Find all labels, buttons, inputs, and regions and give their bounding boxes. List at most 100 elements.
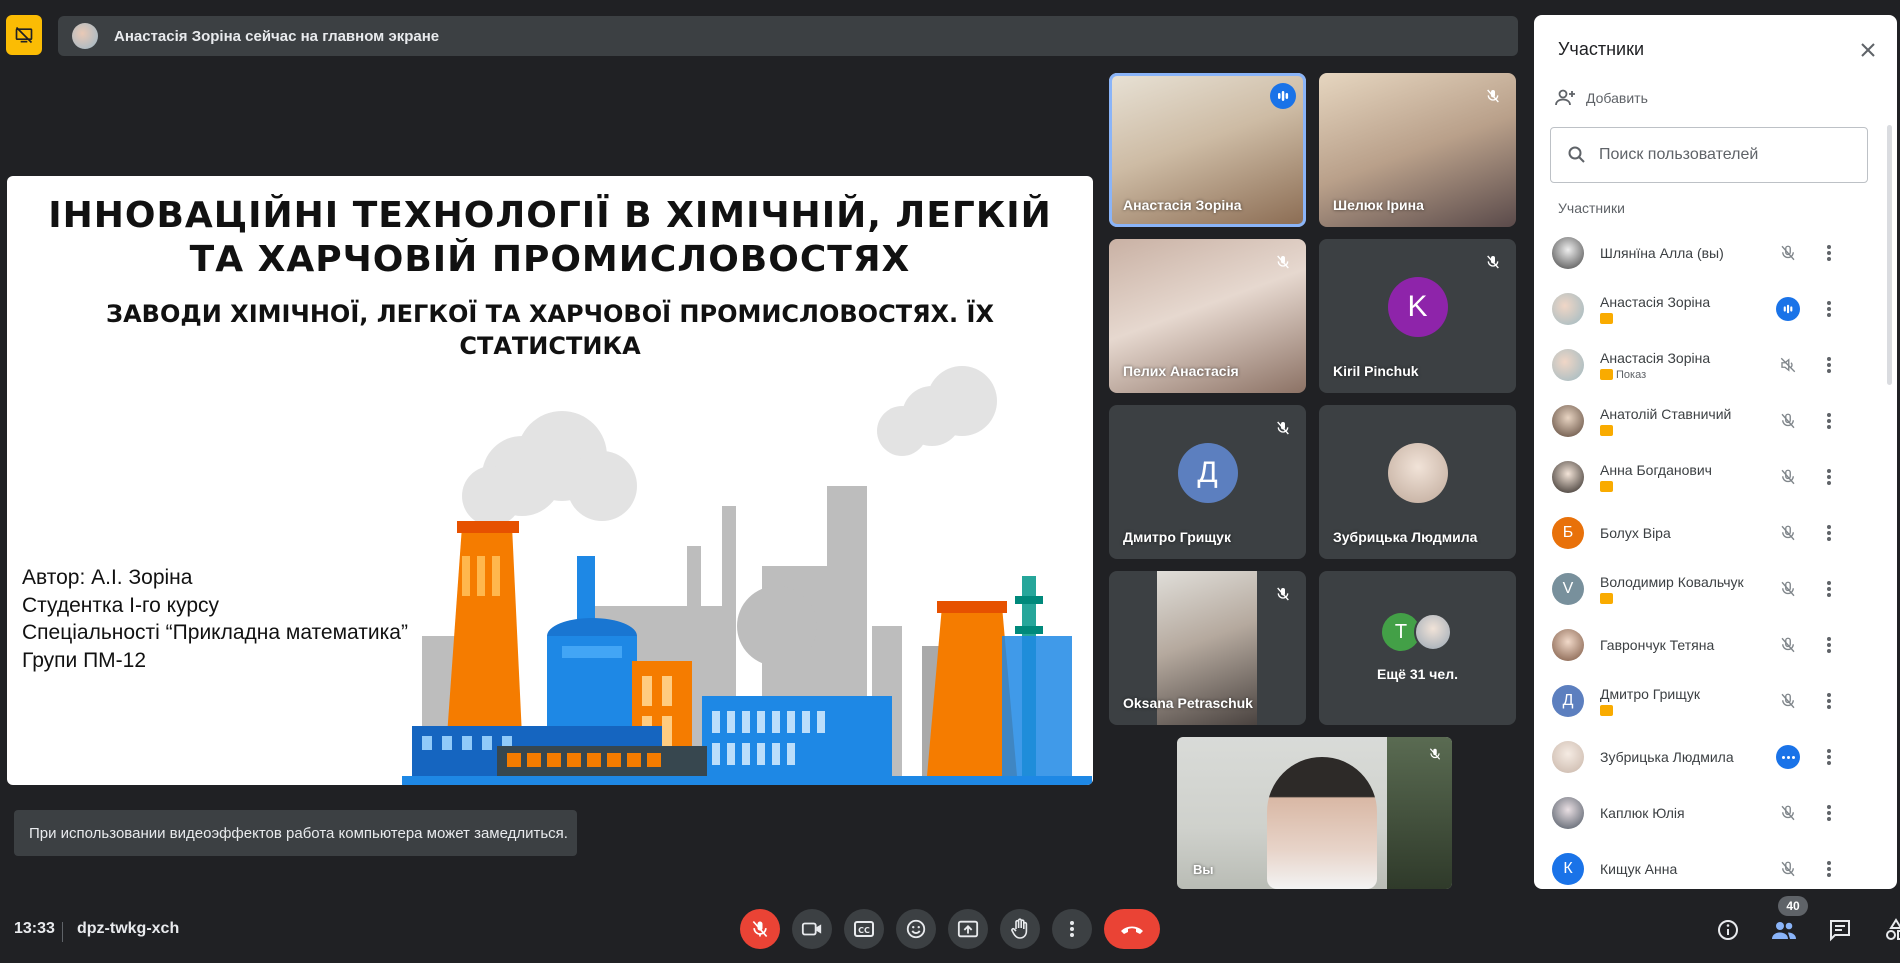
slide-author-line: Автор: А.І. Зоріна	[22, 566, 193, 589]
more-participants-tile[interactable]: Т Ещё 31 чел.	[1319, 571, 1516, 725]
more-options-button[interactable]	[1052, 909, 1092, 949]
tile-name: Шелюк Ірина	[1333, 197, 1424, 213]
presenter-banner: Анастасія Зоріна сейчас на главном экран…	[58, 16, 1518, 56]
more-options-button[interactable]	[1817, 743, 1841, 771]
more-options-button[interactable]	[1817, 519, 1841, 547]
list-item[interactable]: V Володимир Ковальчук	[1534, 561, 1884, 617]
participant-name: Гаврончук Тетяна	[1600, 637, 1715, 653]
more-vert-icon	[1827, 525, 1831, 541]
add-participant-button[interactable]: Добавить	[1554, 89, 1648, 107]
more-vert-icon	[1827, 805, 1831, 821]
leave-call-button[interactable]	[1104, 909, 1160, 949]
avatar: Б	[1552, 517, 1584, 549]
mic-off-icon[interactable]	[1774, 631, 1802, 659]
video-tile[interactable]: Пелих Анастасія	[1109, 239, 1306, 393]
present-screen-button[interactable]	[948, 909, 988, 949]
more-options-button[interactable]	[1817, 295, 1841, 323]
close-panel-button[interactable]	[1853, 35, 1883, 65]
search-field[interactable]	[1550, 127, 1868, 183]
video-tile[interactable]: K Kiril Pinchuk	[1319, 239, 1516, 393]
avatar	[1552, 461, 1584, 493]
speaking-indicator-icon[interactable]	[1774, 295, 1802, 323]
list-item[interactable]: Б Болух Віра	[1534, 505, 1884, 561]
mic-off-icon	[1272, 417, 1294, 439]
avatar	[1552, 237, 1584, 269]
list-item[interactable]: К Кищук Анна	[1534, 841, 1884, 889]
participant-name: Анастасія Зоріна	[1600, 349, 1711, 366]
list-item[interactable]: Каплюк Юлія	[1534, 785, 1884, 841]
avatar: K	[1387, 276, 1448, 337]
video-tile[interactable]: Д Дмитро Грищук	[1109, 405, 1306, 559]
list-item[interactable]: Анастасія Зоріна	[1534, 281, 1884, 337]
self-view[interactable]: Вы	[1177, 737, 1452, 889]
mic-off-icon[interactable]	[1774, 799, 1802, 827]
video-tile[interactable]: Шелюк Ірина	[1319, 73, 1516, 227]
slide-author-line: Спеціальності “Прикладна математика”	[22, 621, 408, 644]
section-label: Участники	[1558, 200, 1625, 216]
video-tile[interactable]: Зубрицька Людмила	[1319, 405, 1516, 559]
more-vert-icon	[1827, 301, 1831, 317]
mic-off-icon[interactable]	[1774, 575, 1802, 603]
add-person-icon	[1555, 89, 1575, 106]
participants-button[interactable]	[1768, 914, 1800, 946]
bottom-toolbar: 13:33 dpz-twkg-xch CC	[0, 900, 1900, 963]
chat-button[interactable]	[1824, 914, 1856, 946]
avatar	[1552, 405, 1584, 437]
mic-off-icon[interactable]	[1774, 687, 1802, 715]
more-options-button[interactable]	[1817, 407, 1841, 435]
presentation-slide[interactable]: ІННОВАЦІЙНІ ТЕХНОЛОГІЇ В ХІМІЧНІЙ, ЛЕГКІ…	[7, 176, 1093, 785]
avatar	[1552, 797, 1584, 829]
activities-button[interactable]	[1880, 914, 1900, 946]
participant-name: Анастасія Зоріна	[1600, 294, 1711, 310]
raise-hand-button[interactable]	[1000, 909, 1040, 949]
presenter-badge-icon	[1600, 313, 1613, 324]
avatar: Д	[1177, 442, 1238, 503]
presenter-badge-icon	[1600, 481, 1613, 492]
search-input[interactable]	[1599, 146, 1839, 164]
slide-author-block: Автор: А.І. Зоріна Студентка І-го курсу …	[22, 564, 408, 674]
mic-off-icon[interactable]	[1774, 239, 1802, 267]
more-options-button[interactable]	[1817, 799, 1841, 827]
list-item[interactable]: Д Дмитро Грищук	[1534, 673, 1884, 729]
list-item[interactable]: Анастасія Зоріна Показ	[1534, 337, 1884, 393]
more-options-button[interactable]	[1817, 463, 1841, 491]
panel-scrollbar[interactable]	[1887, 125, 1892, 385]
list-item[interactable]: Анна Богданович	[1534, 449, 1884, 505]
reactions-button[interactable]	[896, 909, 936, 949]
more-options-button[interactable]	[1817, 687, 1841, 715]
presenter-avatar	[72, 23, 98, 49]
video-tile[interactable]: Oksana Petraschuk	[1109, 571, 1306, 725]
shapes-icon	[1886, 918, 1900, 940]
more-options-button[interactable]	[1817, 855, 1841, 883]
audio-activity-icon[interactable]	[1774, 743, 1802, 771]
participant-name: Зубрицька Людмила	[1600, 749, 1734, 765]
self-view-label: Вы	[1193, 862, 1214, 877]
meeting-details-button[interactable]	[1712, 914, 1744, 946]
more-options-button[interactable]	[1817, 351, 1841, 379]
more-options-button[interactable]	[1817, 631, 1841, 659]
list-item[interactable]: Гаврончук Тетяна	[1534, 617, 1884, 673]
mic-off-icon[interactable]	[1774, 855, 1802, 883]
mic-off-icon[interactable]	[1774, 407, 1802, 435]
avatar	[1552, 741, 1584, 773]
mic-off-icon	[752, 920, 768, 938]
more-options-button[interactable]	[1817, 239, 1841, 267]
volume-off-icon[interactable]	[1774, 351, 1802, 379]
video-tile[interactable]: Анастасія Зоріна	[1109, 73, 1306, 227]
more-options-button[interactable]	[1817, 575, 1841, 603]
toggle-mic-button[interactable]	[740, 909, 780, 949]
mic-off-icon[interactable]	[1774, 463, 1802, 491]
list-item[interactable]: Анатолій Ставничий	[1534, 393, 1884, 449]
mic-off-icon	[1272, 583, 1294, 605]
emoji-icon	[906, 919, 926, 939]
call-controls: CC	[740, 909, 1160, 949]
svg-text:CC: CC	[858, 926, 870, 935]
avatar: Д	[1552, 685, 1584, 717]
closed-captions-icon: CC	[854, 921, 874, 937]
mic-off-icon[interactable]	[1774, 519, 1802, 547]
presentation-indicator[interactable]	[6, 15, 42, 55]
captions-button[interactable]: CC	[844, 909, 884, 949]
list-item[interactable]: Зубрицька Людмила	[1534, 729, 1884, 785]
toggle-camera-button[interactable]	[792, 909, 832, 949]
list-item[interactable]: Шлянїна Алла (вы)	[1534, 225, 1884, 281]
